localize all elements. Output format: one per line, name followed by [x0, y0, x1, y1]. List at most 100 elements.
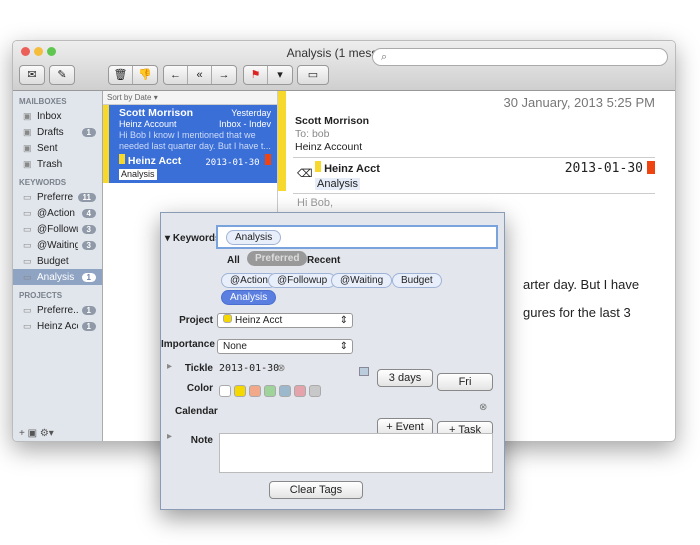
note-input[interactable]	[219, 433, 493, 473]
reply-button[interactable]: ←	[164, 66, 188, 84]
message-subject: Heinz Account	[295, 141, 363, 153]
sidebar-item-label: Drafts	[37, 126, 64, 138]
search-icon: ⌕	[381, 51, 388, 63]
sidebar-item-preferre[interactable]: ▭ Preferre...11	[13, 189, 102, 205]
tickle-value: 2013-01-30	[219, 363, 280, 374]
sidebar-item-preferre[interactable]: ▭ Preferre... 1	[13, 302, 102, 318]
tag-button[interactable]: ▭	[298, 66, 328, 84]
tickle-date: 2013-01-30	[205, 158, 260, 168]
tag-icon: ▭	[23, 320, 32, 331]
keyword-budget[interactable]: Budget	[392, 273, 442, 288]
keywords-label: ▾ Keywords	[165, 233, 221, 244]
calendar-icon[interactable]	[359, 367, 369, 376]
keywords-input[interactable]: Analysis	[216, 225, 498, 249]
date: Yesterday	[231, 108, 271, 118]
mailbox-icon: ▣	[23, 110, 32, 121]
keywords-header: KEYWORDS	[19, 178, 67, 187]
sidebar-item-label: Sent	[37, 142, 58, 154]
delete-button[interactable]: 🗑	[109, 66, 133, 84]
sidebar-item-analysis[interactable]: ▭ Analysis 1	[13, 269, 102, 285]
get-mail-button[interactable]: ✉	[19, 65, 45, 85]
sidebar-item-followup[interactable]: ▭ @Followup3	[13, 221, 102, 237]
filter-preferred[interactable]: Preferred	[247, 251, 308, 266]
tickle-friday-button[interactable]: Fri	[437, 373, 493, 391]
mailbox-icon: ▣	[23, 158, 32, 169]
sidebar-item-budget[interactable]: ▭ Budget	[13, 253, 102, 269]
color-swatch[interactable]	[309, 385, 321, 397]
filter-all[interactable]: All	[227, 255, 240, 266]
sidebar-item-heinzacct[interactable]: ▭ Heinz Acct1	[13, 318, 102, 334]
count-badge: 1	[81, 305, 96, 315]
color-swatch[interactable]	[279, 385, 291, 397]
sidebar-item-sent[interactable]: ▣ Sent	[13, 140, 102, 156]
junk-button[interactable]: 👎	[133, 66, 157, 84]
mailbox-icon: ▣	[23, 142, 32, 153]
compose-button[interactable]: ✎	[49, 65, 75, 85]
to-label: To:	[295, 128, 310, 140]
sort-menu[interactable]: Sort by Date ▾	[103, 91, 277, 105]
sidebar-item-label: Preferre...	[37, 304, 78, 316]
tag-icon: ▭	[23, 239, 32, 250]
tag-icon: ▭	[23, 271, 32, 282]
message-tag: Analysis	[315, 178, 360, 190]
clear-tickle-icon[interactable]: ⊗	[277, 363, 285, 374]
color-swatch[interactable]	[249, 385, 261, 397]
sidebar-item-label: @Waiting	[37, 239, 78, 251]
sidebar-item-label: @Followup	[37, 223, 78, 235]
project-label: Project	[179, 315, 213, 326]
message-to: bob	[311, 128, 330, 140]
sidebar-footer-actions[interactable]: + ▣ ⚙▾	[19, 428, 54, 439]
flag-icon	[265, 154, 271, 165]
flag-icon	[647, 161, 655, 174]
body-text: gures for the last 3	[523, 305, 631, 320]
keyword-token[interactable]: Analysis	[226, 230, 282, 245]
preview: Hi Bob I know I mentioned that we needed…	[119, 130, 271, 151]
greeting: Hi Bob,	[297, 197, 334, 209]
sidebar-item-waiting[interactable]: ▭ @Waiting 3	[13, 237, 102, 253]
sidebar-item-trash[interactable]: ▣ Trash	[13, 156, 102, 172]
message-list-item[interactable]: Scott Morrison Yesterday Heinz Account Inb…	[103, 105, 277, 183]
message-from: Scott Morrison	[295, 115, 370, 127]
reply-all-button[interactable]: «	[188, 66, 212, 84]
keyword-followup[interactable]: @Followup	[268, 273, 337, 288]
mailbox: Inbox - Indev	[218, 119, 271, 129]
clear-tags-button[interactable]: Clear Tags	[269, 481, 363, 499]
tag-icon: ▭	[23, 255, 32, 266]
calendar-label: Calendar	[175, 406, 218, 417]
color-swatch[interactable]	[234, 385, 246, 397]
project: Heinz Acct	[127, 155, 182, 167]
color-label: Color	[186, 383, 213, 394]
sidebar-item-label: Analysis	[37, 271, 75, 283]
mailboxes-header: MAILBOXES	[19, 97, 67, 106]
tag-icon: ▭	[23, 207, 32, 218]
sidebar-item-inbox[interactable]: ▣ Inbox	[13, 108, 102, 124]
keyword-waiting[interactable]: @Waiting	[331, 273, 393, 288]
forward-button[interactable]: →	[212, 66, 236, 84]
sidebar-item-drafts[interactable]: ▣ Drafts 1	[13, 124, 102, 140]
flag-button[interactable]: ⚑	[244, 66, 268, 84]
flag-menu-button[interactable]: ▾	[268, 66, 292, 84]
body-text: arter day. But I have	[523, 277, 640, 292]
note-label: Note	[190, 435, 213, 446]
sender: Scott Morrison	[119, 107, 194, 119]
sidebar: MAILBOXES ▣ Inbox ▣ Drafts 1 ▣ Sent ▣ Trash KEYW…	[13, 91, 103, 441]
message-tickle: 2013-01-30	[564, 161, 643, 176]
tickle-3-days-button[interactable]: 3 days	[377, 369, 433, 387]
importance-label: Importance	[161, 339, 215, 350]
filter-recent[interactable]: Recent	[307, 255, 340, 266]
importance-select[interactable]: None ⇕	[217, 339, 353, 354]
color-swatch[interactable]	[219, 385, 231, 397]
sidebar-item-label: Heinz Acct	[37, 320, 78, 332]
sidebar-item-action[interactable]: ▭ @Action 4	[13, 205, 102, 221]
message-project: Heinz Acct	[324, 163, 380, 175]
search-input[interactable]: ⌕	[372, 48, 668, 66]
color-swatch[interactable]	[294, 385, 306, 397]
project-select[interactable]: Heinz Acct ⇕	[217, 313, 353, 328]
color-swatch[interactable]	[264, 385, 276, 397]
clear-calendar-icon[interactable]: ⊗	[479, 402, 487, 413]
count-badge: 1	[81, 321, 96, 331]
keyword-analysis[interactable]: Analysis	[221, 290, 277, 305]
count-badge: 1	[81, 272, 96, 282]
message-date: 30 January, 2013 5:25 PM	[503, 95, 655, 110]
mailbox-icon: ▣	[23, 126, 32, 137]
